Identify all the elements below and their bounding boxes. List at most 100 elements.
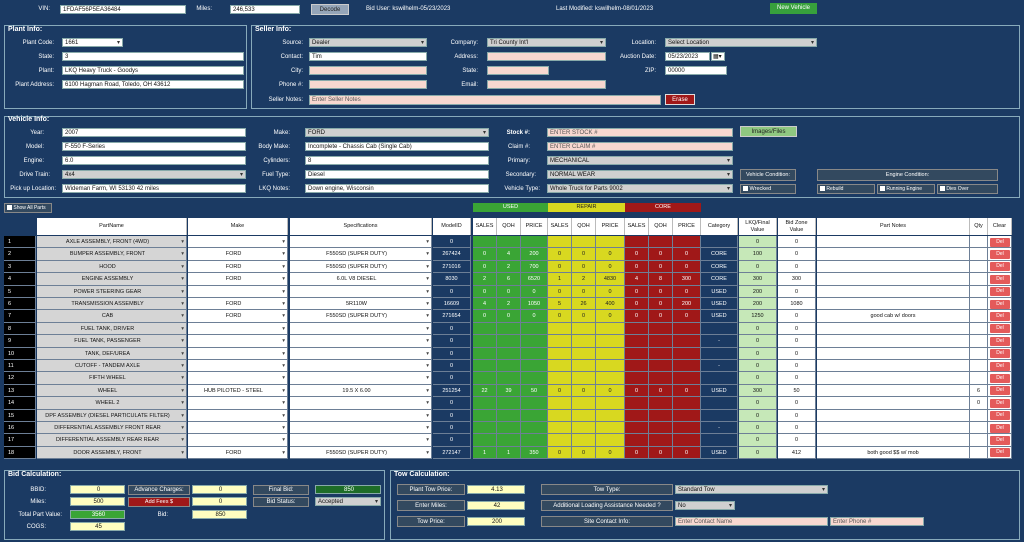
chevron-down-icon[interactable]: ▾ xyxy=(181,372,184,383)
pickup-location-field[interactable]: Wideman Farm, WI 53130 42 miles xyxy=(62,184,246,193)
vehicle-type-select[interactable]: Whole Truck for Parts 9002 xyxy=(547,184,733,193)
chevron-down-icon[interactable]: ▾ xyxy=(181,248,184,259)
column-header[interactable]: QOH xyxy=(649,218,673,235)
column-header[interactable]: Make xyxy=(188,218,288,235)
cell-notes[interactable] xyxy=(817,248,970,261)
cell-notes[interactable] xyxy=(817,409,970,422)
column-header[interactable]: Bid Zone Value xyxy=(778,218,816,235)
chevron-down-icon[interactable]: ▾ xyxy=(426,397,429,408)
cell-make[interactable]: ▾ xyxy=(188,360,288,373)
dies-over-checkbox[interactable]: Dies Over xyxy=(937,184,998,194)
delete-button[interactable]: Del xyxy=(990,336,1010,346)
cell-notes[interactable] xyxy=(817,335,970,348)
cell-notes[interactable] xyxy=(817,422,970,435)
zip-field[interactable]: 00000 xyxy=(665,66,727,75)
delete-button[interactable]: Del xyxy=(990,249,1010,259)
cell-make[interactable]: ▾ xyxy=(188,236,288,249)
delete-button[interactable]: Del xyxy=(990,311,1010,321)
cell-qty[interactable] xyxy=(970,347,988,360)
model-field[interactable]: F-550 F-Series xyxy=(62,142,246,151)
column-header[interactable]: PRICE xyxy=(596,218,625,235)
tow-type-select[interactable]: Standard Tow xyxy=(675,485,828,494)
cell-qty[interactable] xyxy=(970,446,988,460)
location-select[interactable]: Select Location xyxy=(665,38,817,47)
chevron-down-icon[interactable]: ▾ xyxy=(426,273,429,284)
cell-spec[interactable]: ▾ xyxy=(290,335,432,348)
cell-part[interactable]: DPF ASSEMBLY (DIESEL PARTICULATE FILTER)… xyxy=(37,409,187,422)
chevron-down-icon[interactable]: ▾ xyxy=(181,447,184,458)
cell-notes[interactable]: good cab w/ doors xyxy=(817,310,970,323)
cell-spec[interactable]: ▾ xyxy=(290,434,432,447)
chevron-down-icon[interactable]: ▾ xyxy=(282,236,285,247)
plant-address-field[interactable]: 6100 Hagman Road, Toledo, OH 43612 xyxy=(62,80,244,89)
cell-spec[interactable]: ▾ xyxy=(290,372,432,385)
email-field[interactable] xyxy=(487,80,606,89)
chevron-down-icon[interactable]: ▾ xyxy=(282,360,285,371)
cell-qty[interactable] xyxy=(970,273,988,286)
chevron-down-icon[interactable]: ▾ xyxy=(282,397,285,408)
delete-button[interactable]: Del xyxy=(990,324,1010,334)
chevron-down-icon[interactable]: ▾ xyxy=(181,298,184,309)
cell-qty[interactable] xyxy=(970,322,988,336)
cell-spec[interactable]: F550SD (SUPER DUTY) ▾ xyxy=(290,260,432,274)
city-field[interactable] xyxy=(309,66,427,75)
chevron-down-icon[interactable]: ▾ xyxy=(282,410,285,421)
cell-make[interactable]: ▾ xyxy=(188,434,288,447)
cell-part[interactable]: WHEEL 2 ▾ xyxy=(37,397,187,410)
cell-spec[interactable]: 6.0L V8 DIESEL ▾ xyxy=(290,273,432,286)
chevron-down-icon[interactable]: ▾ xyxy=(181,310,184,321)
chevron-down-icon[interactable]: ▾ xyxy=(181,385,184,396)
chevron-down-icon[interactable]: ▾ xyxy=(426,261,429,272)
bbid-field[interactable]: 0 xyxy=(70,485,125,494)
delete-button[interactable]: Del xyxy=(990,349,1010,359)
cell-make[interactable]: FORD ▾ xyxy=(188,446,288,460)
cell-part[interactable]: HOOD ▾ xyxy=(37,260,187,274)
cell-notes[interactable] xyxy=(817,384,970,398)
chevron-down-icon[interactable]: ▾ xyxy=(181,360,184,371)
cell-notes[interactable] xyxy=(817,322,970,336)
delete-button[interactable]: Del xyxy=(990,411,1010,421)
cell-qty[interactable] xyxy=(970,360,988,373)
site-contact-name-field[interactable]: Enter Contact Name xyxy=(675,517,828,526)
delete-button[interactable]: Del xyxy=(990,361,1010,371)
delete-button[interactable]: Del xyxy=(990,237,1010,247)
seller-notes-field[interactable]: Enter Seller Notes xyxy=(309,95,661,105)
chevron-down-icon[interactable]: ▾ xyxy=(426,385,429,396)
cell-qty[interactable] xyxy=(970,248,988,261)
chevron-down-icon[interactable]: ▾ xyxy=(426,422,429,433)
chevron-down-icon[interactable]: ▾ xyxy=(181,335,184,346)
cell-spec[interactable]: ▾ xyxy=(290,360,432,373)
contact-field[interactable]: Tim xyxy=(309,52,427,61)
cell-part[interactable]: DOOR ASSEMBLY, FRONT ▾ xyxy=(37,446,187,460)
chevron-down-icon[interactable]: ▾ xyxy=(282,434,285,445)
chevron-down-icon[interactable]: ▾ xyxy=(426,286,429,297)
primary-select[interactable]: MECHANICAL xyxy=(547,156,733,165)
state-field[interactable]: 3 xyxy=(62,52,244,61)
column-header[interactable]: QOH xyxy=(497,218,521,235)
seller-state-field[interactable] xyxy=(487,66,549,75)
address-field[interactable] xyxy=(487,52,606,61)
cell-part[interactable]: CUTOFF - TANDEM AXLE ▾ xyxy=(37,360,187,373)
column-header[interactable]: SALES xyxy=(548,218,572,235)
cell-part[interactable]: FIFTH WHEEL ▾ xyxy=(37,372,187,385)
chevron-down-icon[interactable]: ▾ xyxy=(426,248,429,259)
column-header[interactable]: SALES xyxy=(625,218,649,235)
chevron-down-icon[interactable]: ▾ xyxy=(181,273,184,284)
cell-qty[interactable] xyxy=(970,335,988,348)
chevron-down-icon[interactable]: ▾ xyxy=(426,310,429,321)
chevron-down-icon[interactable]: ▾ xyxy=(426,298,429,309)
enter-miles-field[interactable]: 42 xyxy=(467,501,525,510)
tow-price-field[interactable]: 200 xyxy=(467,517,525,526)
column-header[interactable]: PartName xyxy=(37,218,187,235)
running-engine-checkbox[interactable]: Running Engine xyxy=(877,184,935,194)
column-header[interactable]: SALES xyxy=(473,218,497,235)
company-select[interactable]: Tri County Int'l xyxy=(487,38,606,47)
chevron-down-icon[interactable]: ▾ xyxy=(282,385,285,396)
cell-notes[interactable] xyxy=(817,397,970,410)
column-header[interactable]: Specifications xyxy=(290,218,432,235)
cell-spec[interactable]: F550SD (SUPER DUTY) ▾ xyxy=(290,446,432,460)
erase-button[interactable]: Erase xyxy=(665,94,695,105)
cell-make[interactable]: ▾ xyxy=(188,397,288,410)
fuel-type-field[interactable]: Diesel xyxy=(305,170,489,179)
make-select[interactable]: FORD xyxy=(305,128,489,137)
